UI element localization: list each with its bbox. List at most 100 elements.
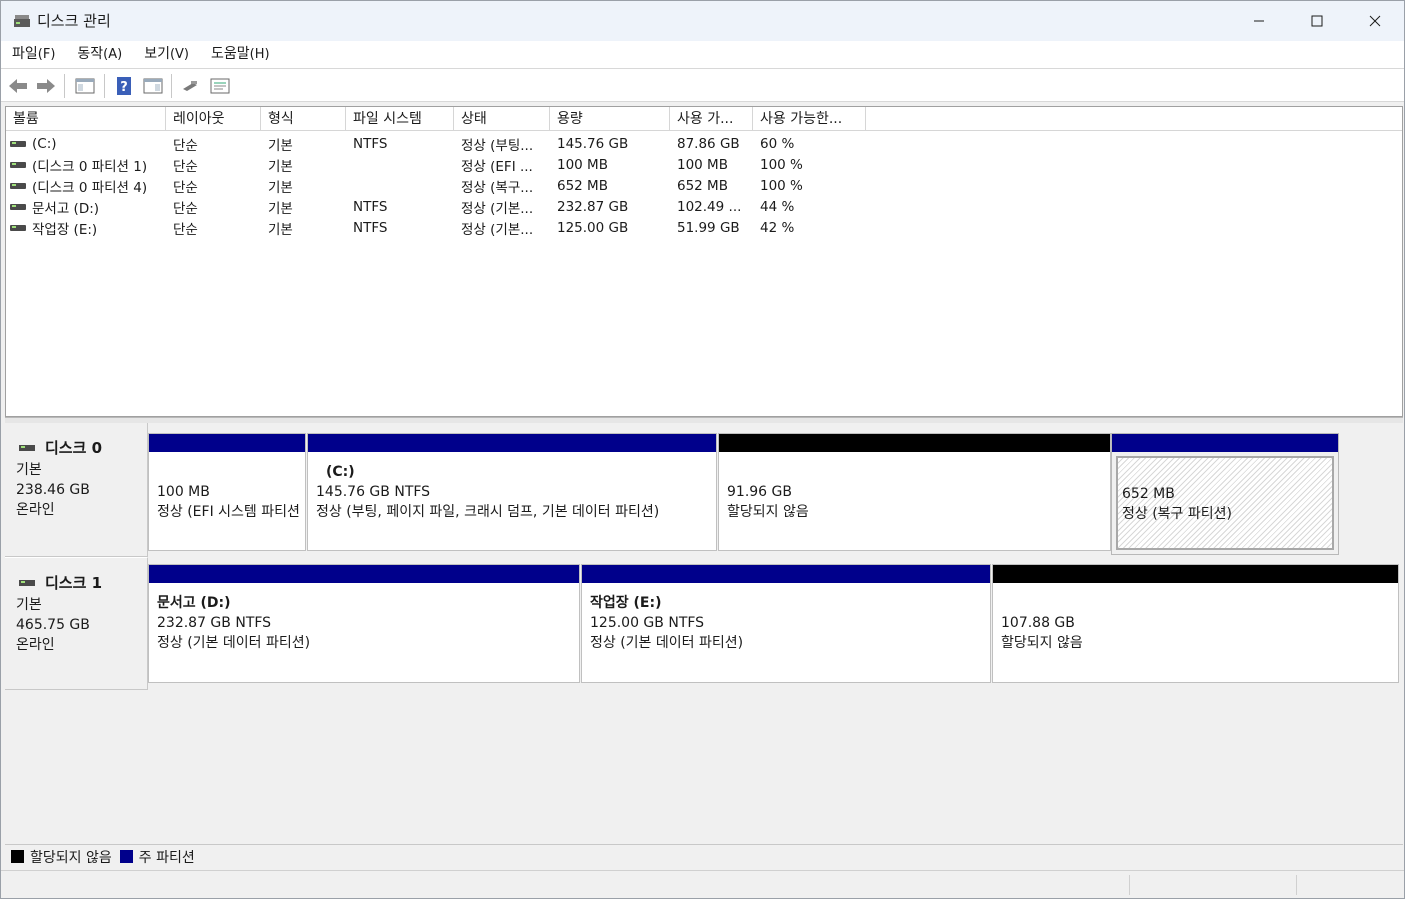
partition-body: 100 MB 정상 (EFI 시스템 파티션) [153,456,301,546]
close-button[interactable] [1346,1,1404,41]
status-divider [1296,875,1297,895]
disk-state: 온라인 [16,637,55,653]
table-row[interactable]: (디스크 0 파티션 4) 단순 기본 정상 (복구... 652 MB 652… [6,175,1402,196]
disk-icon [19,444,35,451]
column-header-volume[interactable]: 볼륨 [6,107,166,131]
legend-label: 할당되지 않음 [30,849,112,866]
toolbar-separator [171,74,172,98]
partition-size: 125.00 GB NTFS [590,615,705,631]
partition-body: 문서고 (D:) 232.87 GB NTFS 정상 (기본 데이터 파티션) [153,587,575,678]
column-header-free-space[interactable]: 사용 가... [670,107,753,131]
legend: 할당되지 않음 주 파티션 [5,844,1403,868]
disk-size: 465.75 GB [16,617,90,633]
minimize-button[interactable] [1230,1,1288,41]
menu-help-accelerator: (H) [249,47,270,62]
menu-action-accelerator: (A) [103,47,123,62]
partition-status: 정상 (기본 데이터 파티션) [590,635,744,651]
menu-view-accelerator: (V) [169,47,190,62]
column-header-percent-free[interactable]: 사용 가능한... [753,107,866,131]
properties-button[interactable] [209,75,231,97]
help-icon: ? [117,77,131,95]
cell-free-space: 100 MB [677,156,728,173]
volume-icon [10,182,26,189]
disk-size: 238.46 GB [16,482,90,498]
legend-item-unallocated: 할당되지 않음 [11,847,112,867]
table-row[interactable]: 작업장 (E:) 단순 기본 NTFS 정상 (기본... 125.00 GB … [6,217,1402,238]
partition-disk1-e[interactable]: 작업장 (E:) 125.00 GB NTFS 정상 (기본 데이터 파티션) [581,564,991,683]
partition-disk0-unallocated[interactable]: 91.96 GB 할당되지 않음 [718,433,1111,551]
show-hide-action-pane-button[interactable] [142,75,164,97]
legend-label: 주 파티션 [138,849,195,866]
cell-status: 정상 (기본... [461,200,534,217]
cell-capacity: 125.00 GB [557,219,629,236]
column-header-layout[interactable]: 레이아웃 [166,107,261,131]
show-hide-console-tree-button[interactable] [74,75,96,97]
partition-status: 할당되지 않음 [1001,635,1083,651]
column-header-status[interactable]: 상태 [454,107,550,131]
partition-body-selected: 652 MB 정상 (복구 파티션) [1116,456,1334,550]
minimize-icon [1254,20,1264,22]
column-header-filesystem[interactable]: 파일 시스템 [346,107,454,131]
menu-view[interactable]: 보기(V) [133,41,200,68]
disk-management-window: 디스크 관리 파일(F) 동작(A) 보기(V) 도움말(H) ? 볼륨 레이아… [0,0,1405,899]
console-tree-icon [75,78,95,94]
back-button[interactable] [7,75,29,97]
cell-layout: 단순 [173,137,198,154]
table-row[interactable]: 문서고 (D:) 단순 기본 NTFS 정상 (기본... 232.87 GB … [6,196,1402,217]
cell-filesystem: NTFS [353,135,388,152]
cell-type: 기본 [268,137,293,154]
partition-status: 정상 (기본 데이터 파티션) [157,635,311,651]
cell-percent-free: 100 % [760,156,803,173]
cell-status: 정상 (EFI ... [461,158,533,175]
column-header-capacity[interactable]: 용량 [550,107,670,131]
volume-icon [10,224,26,231]
disk-icon [19,579,35,586]
svg-text:?: ? [120,80,128,95]
list-rows: (C:) 단순 기본 NTFS 정상 (부팅... 145.76 GB 87.8… [6,133,1402,238]
column-header-filler [866,107,1402,131]
column-header-type[interactable]: 형식 [261,107,346,131]
menu-action[interactable]: 동작(A) [66,41,133,68]
maximize-button[interactable] [1288,1,1346,41]
cell-free-space: 51.99 GB [677,219,740,236]
disk-state: 온라인 [16,502,55,518]
volume-icon [10,140,26,147]
forward-button[interactable] [35,75,57,97]
table-row[interactable]: (C:) 단순 기본 NTFS 정상 (부팅... 145.76 GB 87.8… [6,133,1402,154]
disk-0-label[interactable]: 디스크 0 기본 238.46 GB 온라인 [5,423,148,557]
menu-view-label: 보기 [144,46,170,62]
partition-disk1-unallocated[interactable]: 107.88 GB 할당되지 않음 [992,564,1399,683]
status-divider [1129,875,1130,895]
partition-disk0-c[interactable]: (C:) 145.76 GB NTFS 정상 (부팅, 페이지 파일, 크래시 … [307,433,717,551]
partition-name: (C:) [326,464,355,480]
partition-bar [149,434,305,452]
help-button[interactable]: ? [113,75,135,97]
cell-type: 기본 [268,158,293,175]
partition-disk1-d[interactable]: 문서고 (D:) 232.87 GB NTFS 정상 (기본 데이터 파티션) [148,564,580,683]
partition-disk0-recovery[interactable]: 652 MB 정상 (복구 파티션) [1111,433,1339,555]
volume-icon [10,203,26,210]
legend-item-primary: 주 파티션 [119,847,195,867]
partition-name: 작업장 (E:) [590,595,662,611]
partition-size: 107.88 GB [1001,615,1075,631]
table-row[interactable]: (디스크 0 파티션 1) 단순 기본 정상 (EFI ... 100 MB 1… [6,154,1402,175]
partition-name [1122,464,1332,484]
disk-type: 기본 [16,462,42,478]
partition-disk0-efi[interactable]: 100 MB 정상 (EFI 시스템 파티션) [148,433,306,551]
title-bar: 디스크 관리 [1,1,1404,41]
connect-virtual-disk-button[interactable] [180,75,202,97]
partition-name [157,462,301,482]
partition-name [1001,593,1394,613]
disk-1-label[interactable]: 디스크 1 기본 465.75 GB 온라인 [5,557,148,690]
cell-type: 기본 [268,200,293,217]
partition-bar [308,434,716,452]
menu-help[interactable]: 도움말(H) [200,41,281,68]
partition-body: 작업장 (E:) 125.00 GB NTFS 정상 (기본 데이터 파티션) [586,587,986,678]
cell-layout: 단순 [173,221,198,238]
menu-bar: 파일(F) 동작(A) 보기(V) 도움말(H) [1,41,1404,68]
disk-type: 기본 [16,597,42,613]
partition-body: 107.88 GB 할당되지 않음 [997,587,1394,678]
status-bar [1,870,1404,898]
cell-capacity: 652 MB [557,177,608,194]
menu-file[interactable]: 파일(F) [1,41,66,68]
